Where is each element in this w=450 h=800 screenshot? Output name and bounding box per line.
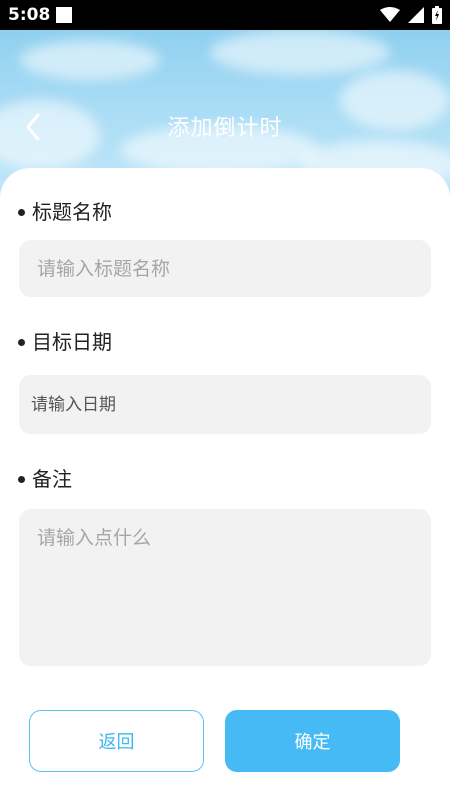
note-label: 备注 xyxy=(18,465,72,493)
back-action-button[interactable]: 返回 xyxy=(29,710,204,772)
status-icons xyxy=(380,6,442,24)
battery-icon xyxy=(432,6,442,24)
title-input[interactable] xyxy=(19,240,431,297)
date-label-text: 目标日期 xyxy=(32,330,112,354)
wifi-icon xyxy=(380,7,400,23)
note-label-text: 备注 xyxy=(32,467,72,491)
title-label: 标题名称 xyxy=(18,198,112,226)
form-card: 标题名称 目标日期 备注 返回 确定 xyxy=(0,168,450,800)
note-input[interactable] xyxy=(19,509,431,666)
status-time: 5:08 xyxy=(8,5,51,25)
date-label: 目标日期 xyxy=(18,328,112,356)
notification-icon xyxy=(56,7,72,23)
status-bar: 5:08 xyxy=(0,0,450,30)
date-input[interactable] xyxy=(19,375,431,434)
bullet-icon xyxy=(18,208,25,216)
page-title: 添加倒计时 xyxy=(167,116,283,141)
confirm-button[interactable]: 确定 xyxy=(225,710,400,772)
signal-icon xyxy=(408,7,424,23)
bullet-icon xyxy=(18,338,25,346)
title-label-text: 标题名称 xyxy=(32,200,112,224)
bullet-icon xyxy=(18,475,25,483)
